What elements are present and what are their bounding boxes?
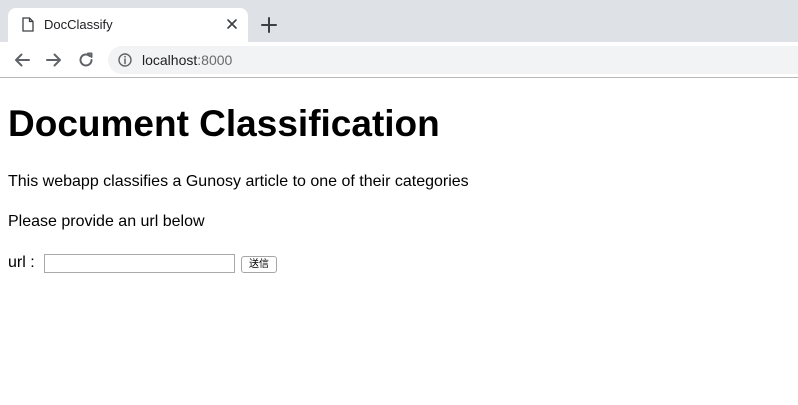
- address-url[interactable]: localhost:8000: [142, 52, 232, 68]
- url-host: localhost: [142, 52, 198, 68]
- submit-button[interactable]: 送信: [241, 256, 277, 273]
- tab-title: DocClassify: [44, 17, 113, 32]
- page-content: Document Classification This webapp clas…: [0, 79, 798, 405]
- reload-icon[interactable]: [76, 50, 96, 70]
- page-title: Document Classification: [8, 103, 440, 144]
- info-icon[interactable]: [118, 53, 132, 67]
- browser-tab[interactable]: DocClassify: [8, 8, 248, 42]
- arrow-right-icon[interactable]: [44, 50, 64, 70]
- url-port: :8000: [197, 52, 233, 68]
- document-icon: [22, 17, 34, 32]
- page-instruction: Please provide an url below: [8, 213, 205, 230]
- address-bar[interactable]: localhost:8000: [108, 46, 798, 74]
- url-input[interactable]: [44, 254, 235, 273]
- close-icon[interactable]: [223, 15, 241, 33]
- page-description: This webapp classifies a Gunosy article …: [8, 173, 469, 190]
- arrow-left-icon[interactable]: [12, 50, 32, 70]
- url-label: url :: [8, 254, 35, 271]
- plus-icon[interactable]: [258, 14, 280, 36]
- browser-tabstrip: DocClassify: [0, 0, 798, 42]
- browser-toolbar: localhost:8000: [0, 42, 798, 78]
